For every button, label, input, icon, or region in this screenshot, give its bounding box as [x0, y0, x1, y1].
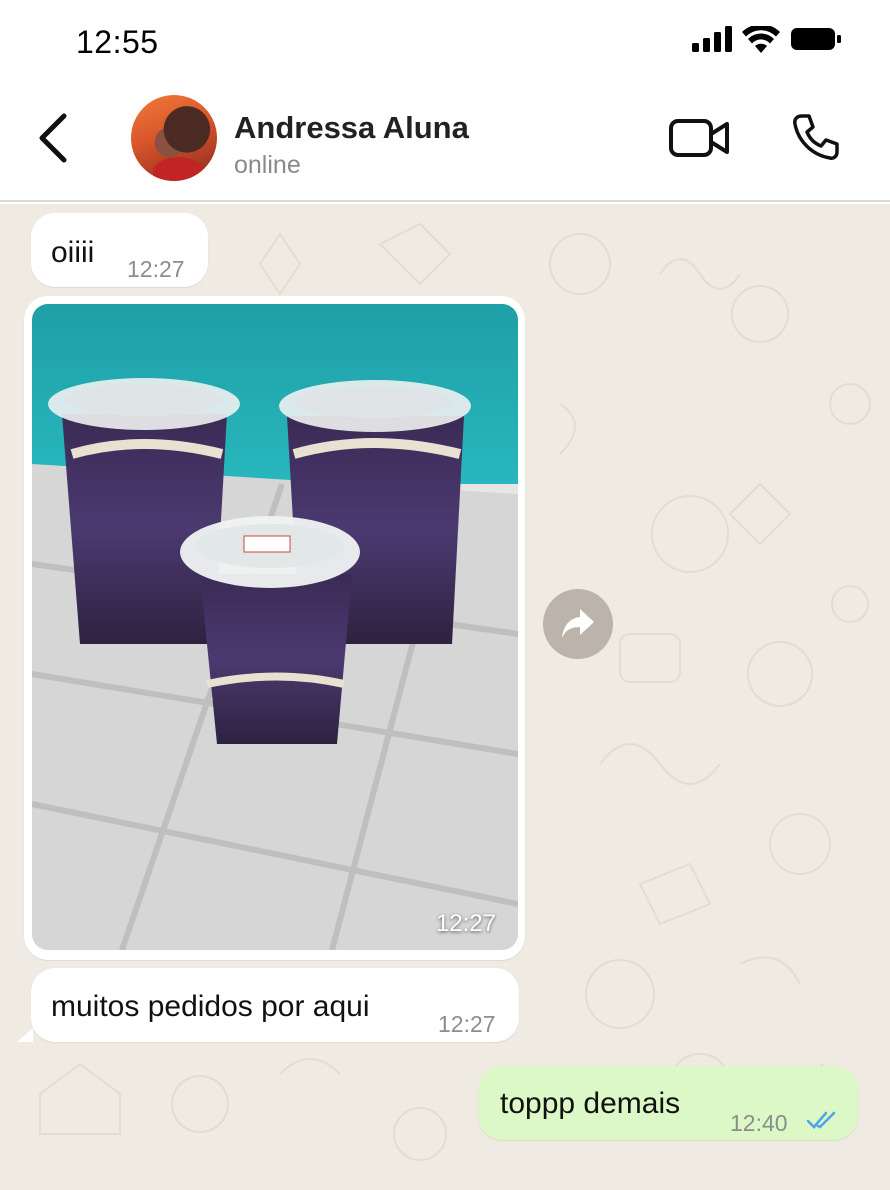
signal-icon — [692, 26, 732, 52]
wifi-icon — [742, 26, 780, 53]
message-text: muitos pedidos por aqui — [51, 990, 370, 1023]
status-time: 12:55 — [76, 24, 159, 60]
message-bubble-incoming[interactable]: oiiii 12:27 — [31, 213, 208, 287]
message-time: 12:27 — [438, 1011, 496, 1037]
read-receipt-icon — [806, 1111, 836, 1129]
bubble-tail — [17, 1028, 33, 1042]
message-bubble-outgoing[interactable]: toppp demais 12:40 — [478, 1066, 858, 1140]
contact-avatar[interactable] — [131, 95, 217, 181]
contact-name[interactable]: Andressa Aluna — [234, 110, 469, 146]
chat-header: Andressa Aluna online — [0, 82, 890, 202]
message-photo[interactable]: 12:27 — [32, 304, 518, 950]
forward-button[interactable] — [543, 589, 613, 659]
forward-arrow-icon — [562, 609, 594, 638]
message-time: 12:27 — [127, 256, 185, 282]
message-text: oiiii — [51, 236, 95, 269]
back-arrow-icon[interactable] — [30, 110, 74, 166]
contact-status: online — [234, 151, 301, 179]
photo-acai-cups — [32, 304, 518, 950]
chat-area[interactable]: oiiii 12:27 12:27 muitos pedidos por aqu… — [0, 204, 890, 1190]
battery-icon — [791, 28, 841, 50]
message-text: toppp demais — [500, 1087, 681, 1120]
status-bar: 12:55 — [0, 0, 890, 82]
photo-time: 12:27 — [435, 910, 496, 937]
message-bubble-incoming[interactable]: muitos pedidos por aqui 12:27 — [31, 968, 519, 1042]
message-time: 12:40 — [730, 1110, 788, 1136]
image-message-bubble[interactable]: 12:27 — [24, 296, 525, 960]
video-call-icon[interactable] — [668, 116, 730, 160]
phone-call-icon[interactable] — [790, 112, 840, 162]
